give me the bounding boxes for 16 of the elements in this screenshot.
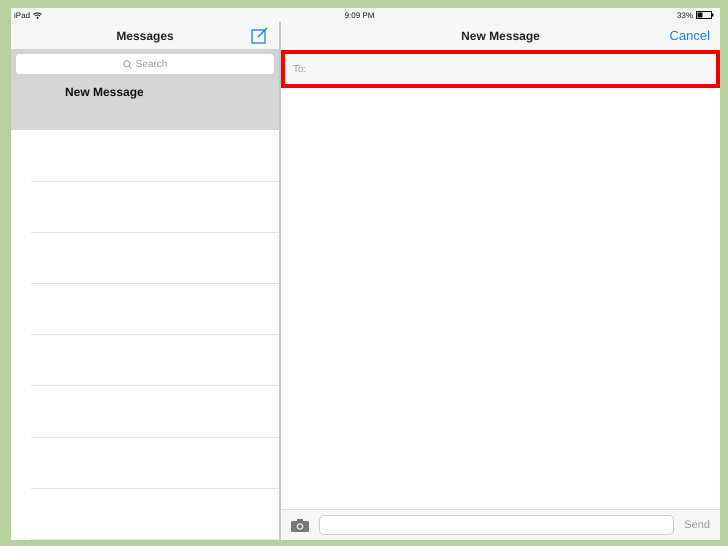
sidebar-title: Messages [116, 28, 174, 43]
recipient-field[interactable]: To: [281, 50, 720, 88]
search-field[interactable]: Search [16, 54, 274, 74]
conversation-item[interactable]: New Message [11, 79, 279, 130]
cancel-button[interactable]: Cancel [670, 28, 710, 43]
message-input[interactable] [319, 515, 674, 535]
status-time: 9:09 PM [344, 10, 374, 20]
send-button[interactable]: Send [684, 519, 710, 531]
camera-icon[interactable] [291, 518, 309, 532]
conversation-title: New Message [461, 29, 540, 43]
battery-percent: 33% [676, 10, 693, 20]
device-name: iPad [14, 10, 30, 20]
battery-icon [696, 11, 714, 19]
wifi-icon [33, 12, 42, 18]
search-icon [122, 60, 132, 69]
compose-icon[interactable] [251, 26, 269, 44]
